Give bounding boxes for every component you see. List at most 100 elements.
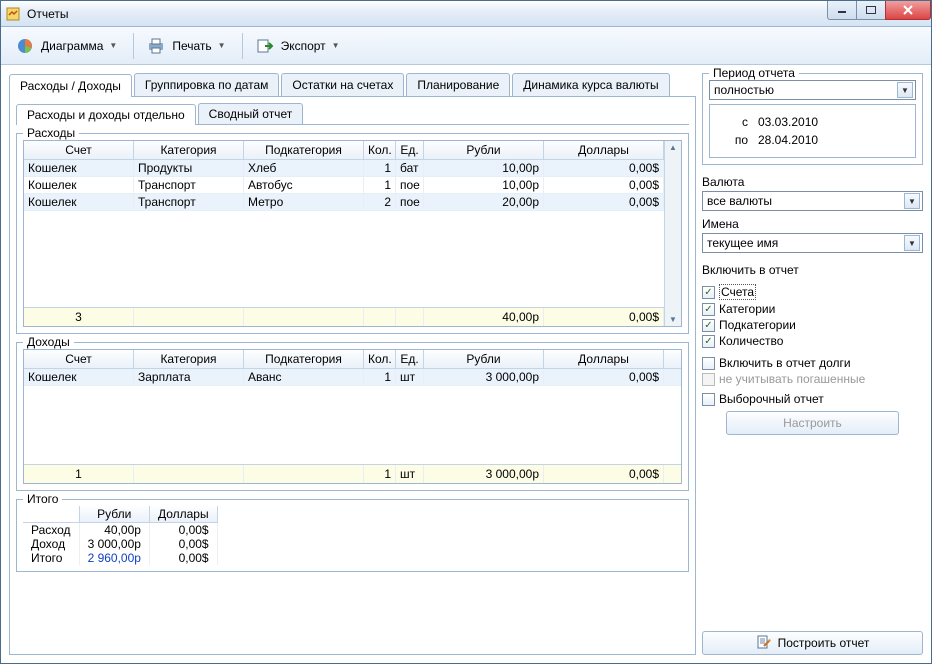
- period-dates: с 03.03.2010 по 28.04.2010: [709, 104, 916, 158]
- export-label: Экспорт: [281, 39, 326, 53]
- chevron-down-icon: ▼: [109, 41, 117, 50]
- table-row[interactable]: Кошелек Транспорт Метро 2 пое 20,00р 0,0…: [24, 194, 664, 211]
- checkbox-icon: ✓: [702, 335, 715, 348]
- close-button[interactable]: [885, 1, 931, 20]
- totals-legend: Итого: [23, 492, 62, 506]
- col-qty[interactable]: Кол.: [364, 350, 396, 368]
- currency-combobox[interactable]: все валюты ▼: [702, 191, 923, 211]
- scroll-down-icon: ▼: [669, 315, 677, 324]
- col-qty[interactable]: Кол.: [364, 141, 396, 159]
- chevron-down-icon: ▼: [218, 41, 226, 50]
- grid-footer: 1 1 шт 3 000,00р 0,00$: [24, 464, 681, 483]
- tab-account-balances[interactable]: Остатки на счетах: [281, 73, 404, 96]
- titlebar: Отчеты: [1, 1, 931, 27]
- grid-footer: 3 40,00р 0,00$: [24, 307, 664, 326]
- print-label: Печать: [172, 39, 211, 53]
- check-quantity[interactable]: ✓Количество: [702, 333, 923, 349]
- names-label: Имена: [702, 217, 923, 231]
- totals-header-rub: Рубли: [79, 506, 149, 523]
- check-subcategories[interactable]: ✓Подкатегории: [702, 317, 923, 333]
- check-include-debts[interactable]: Включить в отчет долги: [702, 355, 923, 371]
- col-account[interactable]: Счет: [24, 350, 134, 368]
- build-report-button[interactable]: Построить отчет: [702, 631, 923, 655]
- main-tabstrip: Расходы / Доходы Группировка по датам Ос…: [9, 73, 696, 97]
- to-date: 28.04.2010: [758, 131, 818, 149]
- currency-label: Валюта: [702, 175, 923, 189]
- expenses-fieldset: Расходы Счет Категория Подкатегория Кол.…: [16, 133, 689, 334]
- incomes-legend: Доходы: [23, 335, 74, 349]
- scroll-up-icon: ▲: [669, 143, 677, 152]
- col-account[interactable]: Счет: [24, 141, 134, 159]
- names-combobox[interactable]: текущее имя ▼: [702, 233, 923, 253]
- export-icon: [255, 36, 275, 56]
- app-icon: [5, 6, 21, 22]
- tab-expenses-incomes[interactable]: Расходы / Доходы: [9, 74, 132, 97]
- export-button[interactable]: Экспорт ▼: [247, 31, 348, 61]
- chevron-down-icon: ▼: [897, 82, 913, 98]
- check-selective-report[interactable]: Выборочный отчет: [702, 391, 923, 407]
- totals-header-usd: Доллары: [149, 506, 217, 523]
- checkbox-icon: [702, 357, 715, 370]
- minimize-button[interactable]: [827, 1, 857, 20]
- totals-row-net: Итого 2 960,00р 0,00$: [23, 551, 217, 565]
- table-row[interactable]: Кошелек Продукты Хлеб 1 бат 10,00р 0,00$: [24, 160, 664, 177]
- checkbox-icon: [702, 373, 715, 386]
- col-subcategory[interactable]: Подкатегория: [244, 350, 364, 368]
- col-usd[interactable]: Доллары: [544, 141, 664, 159]
- subtab-summary[interactable]: Сводный отчет: [198, 103, 304, 124]
- checkbox-icon: [702, 393, 715, 406]
- totals-fieldset: Итого Рубли Доллары Расход 40,00р: [16, 499, 689, 572]
- totals-row-expense: Расход 40,00р 0,00$: [23, 523, 217, 538]
- tab-group-by-dates[interactable]: Группировка по датам: [134, 73, 280, 96]
- separator: [133, 33, 134, 59]
- col-rub[interactable]: Рубли: [424, 350, 544, 368]
- col-usd[interactable]: Доллары: [544, 350, 664, 368]
- currency-value: все валюты: [707, 194, 772, 208]
- col-category[interactable]: Категория: [134, 350, 244, 368]
- window: Отчеты Диаграмма ▼: [0, 0, 932, 664]
- expenses-grid[interactable]: Счет Категория Подкатегория Кол. Ед. Руб…: [23, 140, 682, 327]
- from-label: с: [728, 113, 748, 131]
- scrollbar[interactable]: ▲ ▼: [664, 141, 681, 326]
- to-label: по: [728, 131, 748, 149]
- checkbox-icon: ✓: [702, 319, 715, 332]
- chart-pie-icon: [15, 36, 35, 56]
- period-legend: Период отчета: [709, 66, 799, 80]
- col-unit[interactable]: Ед.: [396, 350, 424, 368]
- col-unit[interactable]: Ед.: [396, 141, 424, 159]
- totals-table: Рубли Доллары Расход 40,00р 0,00$ Доход …: [23, 506, 682, 565]
- period-combobox[interactable]: полностью ▼: [709, 80, 916, 100]
- col-category[interactable]: Категория: [134, 141, 244, 159]
- period-value: полностью: [714, 83, 774, 97]
- side-panel: Период отчета полностью ▼ с 03.03.2010 п…: [702, 73, 923, 655]
- grid-header: Счет Категория Подкатегория Кол. Ед. Руб…: [24, 350, 681, 369]
- table-row[interactable]: Кошелек Зарплата Аванс 1 шт 3 000,00р 0,…: [24, 369, 681, 386]
- chevron-down-icon: ▼: [904, 193, 920, 209]
- chevron-down-icon: ▼: [904, 235, 920, 251]
- subtab-separate[interactable]: Расходы и доходы отдельно: [16, 104, 196, 125]
- expenses-legend: Расходы: [23, 126, 79, 140]
- table-row[interactable]: Кошелек Транспорт Автобус 1 пое 10,00р 0…: [24, 177, 664, 194]
- maximize-button[interactable]: [856, 1, 886, 20]
- separator: [242, 33, 243, 59]
- check-accounts[interactable]: ✓Счета: [702, 283, 923, 301]
- tab-currency-dynamics[interactable]: Динамика курса валюты: [512, 73, 669, 96]
- col-subcategory[interactable]: Подкатегория: [244, 141, 364, 159]
- period-fieldset: Период отчета полностью ▼ с 03.03.2010 п…: [702, 73, 923, 165]
- checkbox-icon: ✓: [702, 303, 715, 316]
- check-ignore-paid: не учитывать погашенные: [702, 371, 923, 387]
- grid-header: Счет Категория Подкатегория Кол. Ед. Руб…: [24, 141, 664, 160]
- incomes-grid[interactable]: Счет Категория Подкатегория Кол. Ед. Руб…: [23, 349, 682, 484]
- window-title: Отчеты: [27, 7, 68, 21]
- print-button[interactable]: Печать ▼: [138, 31, 233, 61]
- tab-planning[interactable]: Планирование: [406, 73, 510, 96]
- main-panel: Расходы / Доходы Группировка по датам Ос…: [9, 73, 696, 655]
- diagram-label: Диаграмма: [41, 39, 103, 53]
- totals-row-income: Доход 3 000,00р 0,00$: [23, 537, 217, 551]
- chevron-down-icon: ▼: [332, 41, 340, 50]
- sub-tabstrip: Расходы и доходы отдельно Сводный отчет: [16, 103, 689, 125]
- from-date: 03.03.2010: [758, 113, 818, 131]
- col-rub[interactable]: Рубли: [424, 141, 544, 159]
- check-categories[interactable]: ✓Категории: [702, 301, 923, 317]
- diagram-button[interactable]: Диаграмма ▼: [7, 31, 125, 61]
